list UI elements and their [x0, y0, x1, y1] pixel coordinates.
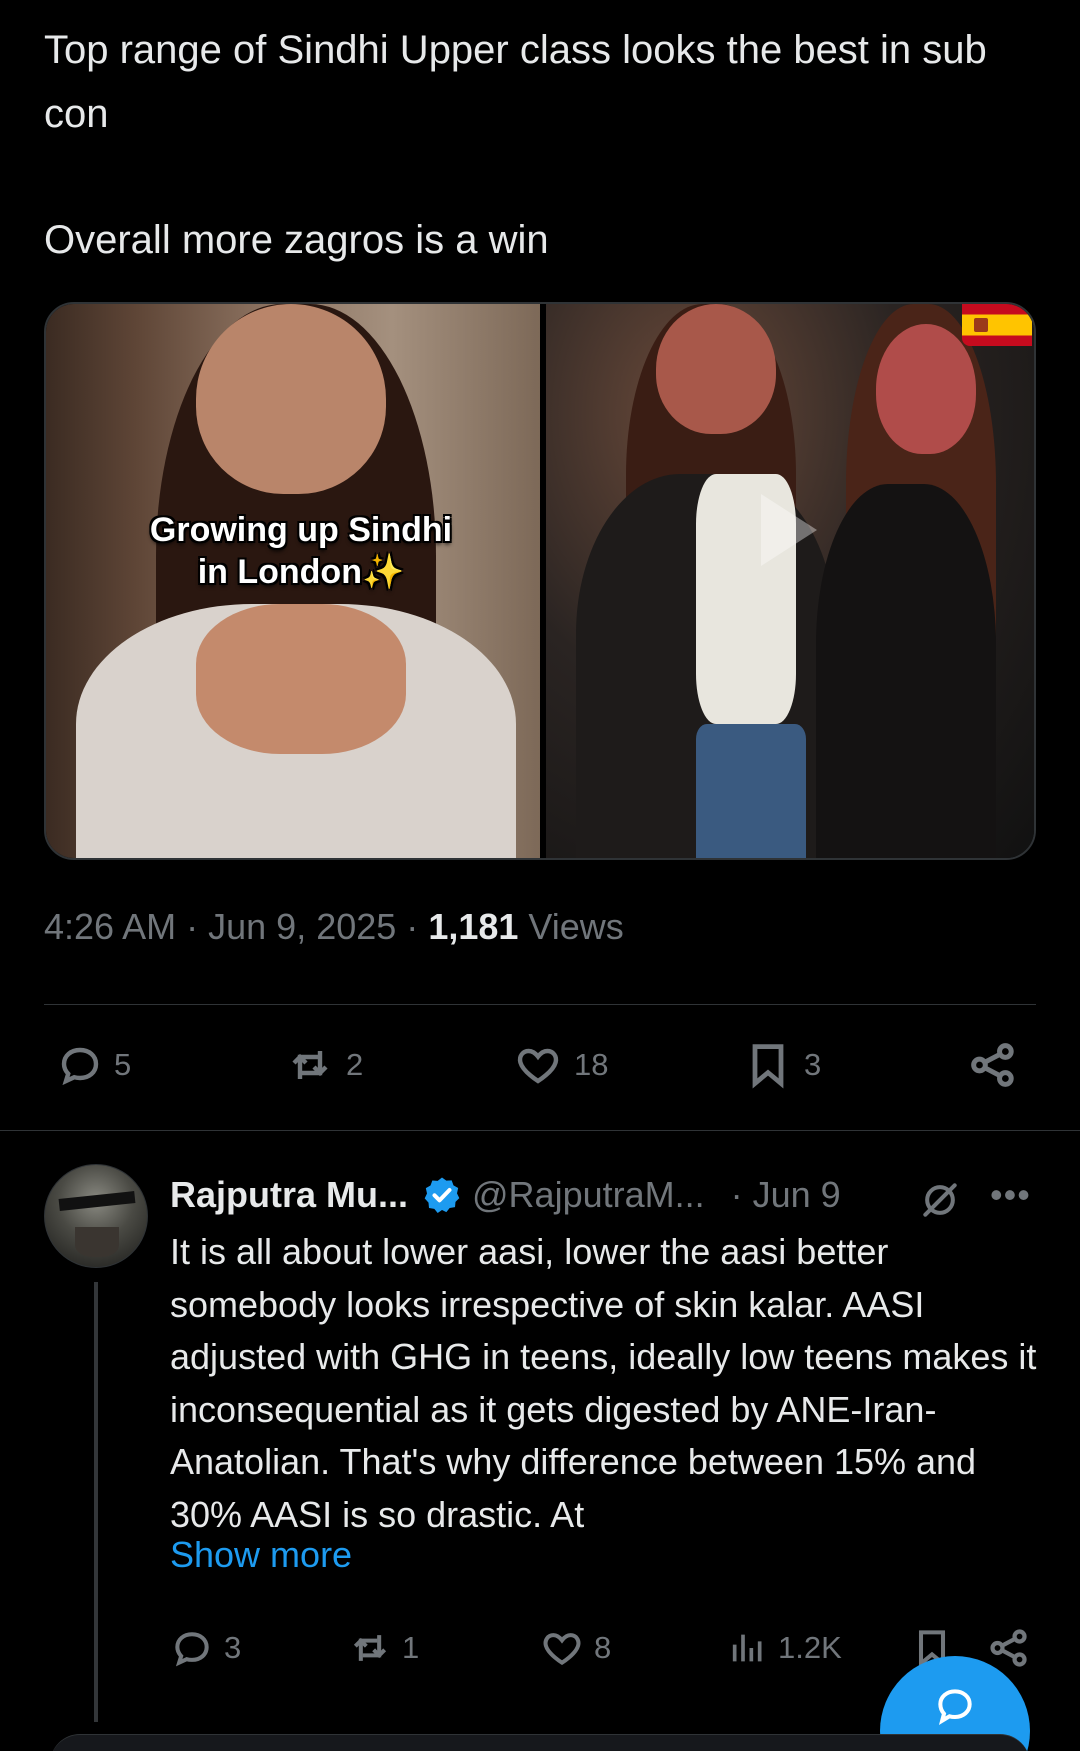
repost-icon	[292, 1051, 328, 1079]
tweet-text: Top range of Sindhi Upper class looks th…	[44, 18, 1044, 272]
tweet-time: 4:26 AM	[44, 906, 177, 947]
divider-bottom	[0, 1130, 1080, 1131]
tweet-text-line-2: Overall more zagros is a win	[44, 218, 549, 262]
like-count: 18	[574, 1047, 609, 1082]
play-icon[interactable]	[761, 494, 817, 566]
bookmark-count: 3	[804, 1047, 822, 1082]
reply-button[interactable]: 5	[56, 1035, 131, 1095]
media-video-left[interactable]: Growing up Sindhi in London✨	[46, 304, 540, 858]
share-icon	[990, 1629, 1027, 1667]
reply-count: 5	[114, 1047, 132, 1082]
tweet-text-line-1: Top range of Sindhi Upper class looks th…	[44, 28, 987, 136]
reply-author-handle[interactable]: @RajputraM...	[472, 1174, 705, 1216]
like-button[interactable]: 18	[512, 1035, 608, 1095]
reply-date[interactable]: · Jun 9	[731, 1174, 841, 1216]
compose-icon	[938, 1689, 972, 1725]
bookmark-icon	[752, 1044, 784, 1089]
views-label[interactable]: Views	[528, 906, 623, 947]
reply-views-button[interactable]: 1.2K	[728, 1620, 842, 1676]
reply-like-button[interactable]: 8	[540, 1620, 611, 1676]
tweet-date: Jun 9, 2025	[208, 906, 397, 947]
reply-icon	[61, 1047, 99, 1086]
reply-repost-count: 1	[402, 1630, 420, 1665]
reply-author-name[interactable]: Rajputra Mu...	[170, 1174, 408, 1216]
media-video-right[interactable]	[546, 304, 1034, 858]
repost-icon	[353, 1635, 387, 1661]
media-caption: Growing up Sindhi in London✨	[149, 511, 453, 591]
reply-reply-button[interactable]: 3	[170, 1620, 241, 1676]
tweet-actions: 5 2 18 3	[44, 1035, 1036, 1095]
verified-icon	[424, 1177, 460, 1213]
reply-header: Rajputra Mu... @RajputraM... · Jun 9	[170, 1174, 841, 1216]
show-more-link[interactable]: Show more	[170, 1534, 352, 1576]
more-icon[interactable]: •••	[990, 1174, 1031, 1216]
tweet-media[interactable]: Growing up Sindhi in London✨	[44, 302, 1036, 860]
reply-text: It is all about lower aasi, lower the aa…	[170, 1231, 1037, 1535]
reply-reply-count: 3	[224, 1630, 242, 1665]
views-count[interactable]: 1,181	[428, 906, 518, 947]
share-icon	[971, 1043, 1014, 1087]
repost-button[interactable]: 2	[284, 1035, 363, 1095]
grok-icon[interactable]	[918, 1178, 962, 1222]
divider-top	[44, 1004, 1036, 1005]
thread-line	[94, 1282, 98, 1722]
reply-icon	[175, 1632, 209, 1667]
like-icon	[543, 1633, 581, 1666]
flag-icon	[962, 304, 1032, 346]
views-icon	[732, 1634, 762, 1662]
tweet-meta: 4:26 AM · Jun 9, 2025 · 1,181 Views	[44, 906, 624, 947]
bottom-reply-bar[interactable]	[50, 1734, 1030, 1751]
like-icon	[517, 1048, 559, 1084]
avatar[interactable]	[44, 1164, 148, 1268]
repost-count: 2	[346, 1047, 364, 1082]
reply-views-count: 1.2K	[778, 1630, 842, 1665]
share-button[interactable]	[966, 1035, 1020, 1095]
bookmark-button[interactable]: 3	[742, 1035, 821, 1095]
reply-like-count: 8	[594, 1630, 612, 1665]
reply-repost-button[interactable]: 1	[348, 1620, 419, 1676]
